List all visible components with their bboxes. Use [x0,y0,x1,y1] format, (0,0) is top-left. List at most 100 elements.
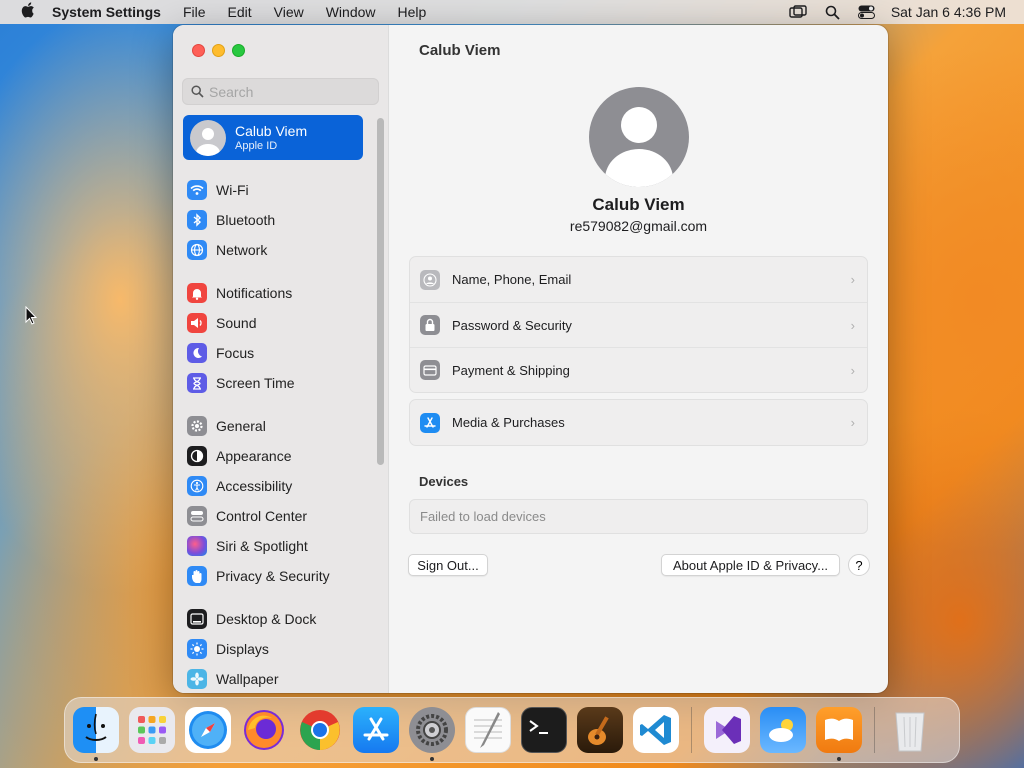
control-center-icon [187,506,207,526]
sidebar-item-network[interactable]: Network [187,235,377,265]
sun-icon [187,639,207,659]
menu-view[interactable]: View [274,4,304,20]
bell-icon [187,283,207,303]
chevron-right-icon: › [850,272,855,287]
row-password-security[interactable]: Password & Security › [410,302,867,347]
finder-icon[interactable] [73,707,119,761]
sidebar-item-label: General [216,418,266,434]
menu-app-name[interactable]: System Settings [52,4,161,20]
row-label: Payment & Shipping [452,362,570,378]
control-center-icon[interactable] [857,5,875,19]
menu-edit[interactable]: Edit [228,4,252,20]
launchpad-icon[interactable] [129,707,175,753]
sidebar-item-wallpaper[interactable]: Wallpaper [187,664,377,693]
sidebar-item-label: Focus [216,345,255,361]
app-store-icon[interactable] [353,707,399,753]
row-payment-shipping[interactable]: Payment & Shipping › [410,347,867,392]
chevron-right-icon: › [850,317,855,333]
terminal-icon[interactable] [521,707,567,753]
vscode-icon[interactable] [633,707,679,753]
sidebar-item-screen-time[interactable]: Screen Time [187,368,377,398]
spotlight-search-icon[interactable] [825,5,840,20]
menu-bar: System Settings File Edit View Window He… [0,0,1024,24]
profile-name: Calub Viem [592,195,685,214]
row-media-purchases[interactable]: Media & Purchases › [410,400,867,445]
sidebar-item-appearance[interactable]: Appearance [187,441,377,471]
appearance-icon [187,446,207,466]
sidebar-item-notifications[interactable]: Notifications [187,278,377,308]
sidebar-item-label: Displays [216,641,269,657]
accessibility-icon [187,476,207,496]
sidebar-item-privacy-security[interactable]: Privacy & Security [187,561,377,591]
zoom-window-button[interactable] [232,44,245,57]
about-apple-id-button[interactable]: About Apple ID & Privacy... [661,554,840,576]
dock-separator [874,707,875,753]
chrome-icon[interactable] [297,707,343,753]
row-name-phone-email[interactable]: Name, Phone, Email › [410,257,867,302]
safari-icon[interactable] [185,707,231,753]
chevron-right-icon: › [850,362,855,378]
menu-window[interactable]: Window [326,4,376,20]
sidebar: Calub Viem Apple ID Wi-Fi Bluetooth [173,25,389,693]
weather-icon[interactable] [760,707,806,753]
devices-heading: Devices [419,474,469,489]
sidebar-item-label: Accessibility [216,478,293,494]
profile-avatar[interactable] [589,87,689,187]
wifi-icon [187,180,207,200]
sidebar-item-displays[interactable]: Displays [187,634,377,664]
bluetooth-icon [187,210,207,230]
moon-icon [187,343,207,363]
sidebar-item-general[interactable]: General [187,411,377,441]
sidebar-scrollbar[interactable] [377,118,384,465]
sidebar-item-accessibility[interactable]: Accessibility [187,471,377,501]
close-window-button[interactable] [192,44,205,57]
main-pane: Calub Viem Calub Viem re579082@gmail.com… [389,25,888,693]
minimize-window-button[interactable] [212,44,225,57]
gear-icon [187,416,207,436]
menu-help[interactable]: Help [398,4,427,20]
garageband-icon[interactable] [577,707,623,753]
system-settings-window: Calub Viem Apple ID Wi-Fi Bluetooth [173,25,888,693]
help-button[interactable]: ? [848,554,870,576]
hand-icon [187,566,207,586]
trash-icon[interactable] [887,707,933,753]
sidebar-item-siri-spotlight[interactable]: Siri & Spotlight [187,531,377,561]
hourglass-icon [187,373,207,393]
sidebar-item-label: Bluetooth [216,212,276,228]
page-title: Calub Viem [419,42,501,59]
siri-icon [187,536,207,556]
lock-icon [420,315,440,335]
books-icon[interactable] [816,707,862,761]
speaker-icon [187,313,207,333]
search-input[interactable] [209,83,369,100]
menu-clock[interactable]: Sat Jan 6 4:36 PM [891,4,1006,20]
textedit-icon[interactable] [465,707,511,753]
account-settings-card: Name, Phone, Email › Password & Security… [409,256,868,393]
sidebar-item-label: Network [216,242,268,258]
screen-mirroring-icon[interactable] [789,5,807,19]
person-card-icon [420,269,440,290]
sign-out-button[interactable]: Sign Out... [408,554,488,576]
sidebar-item-wifi[interactable]: Wi-Fi [187,175,377,205]
visual-studio-icon[interactable] [704,707,750,753]
flower-icon [187,669,207,689]
app-store-icon [420,412,440,433]
sidebar-search[interactable] [182,78,379,105]
sidebar-item-label: Desktop & Dock [216,611,317,627]
system-settings-icon[interactable] [409,707,455,761]
apple-menu-icon[interactable] [16,2,40,22]
menu-file[interactable]: File [183,4,206,20]
sidebar-item-label: Control Center [216,508,308,524]
sidebar-item-sound[interactable]: Sound [187,308,377,338]
avatar [190,119,226,156]
sidebar-item-label: Wi-Fi [216,182,249,198]
sidebar-item-apple-id[interactable]: Calub Viem Apple ID [183,115,363,160]
row-label: Media & Purchases [452,415,565,430]
sidebar-item-label: Wallpaper [216,671,279,687]
sidebar-item-control-center[interactable]: Control Center [187,501,377,531]
sidebar-item-focus[interactable]: Focus [187,338,377,368]
dock-icon [187,609,207,629]
sidebar-item-desktop-dock[interactable]: Desktop & Dock [187,604,377,634]
sidebar-item-bluetooth[interactable]: Bluetooth [187,205,377,235]
firefox-icon[interactable] [241,707,287,753]
